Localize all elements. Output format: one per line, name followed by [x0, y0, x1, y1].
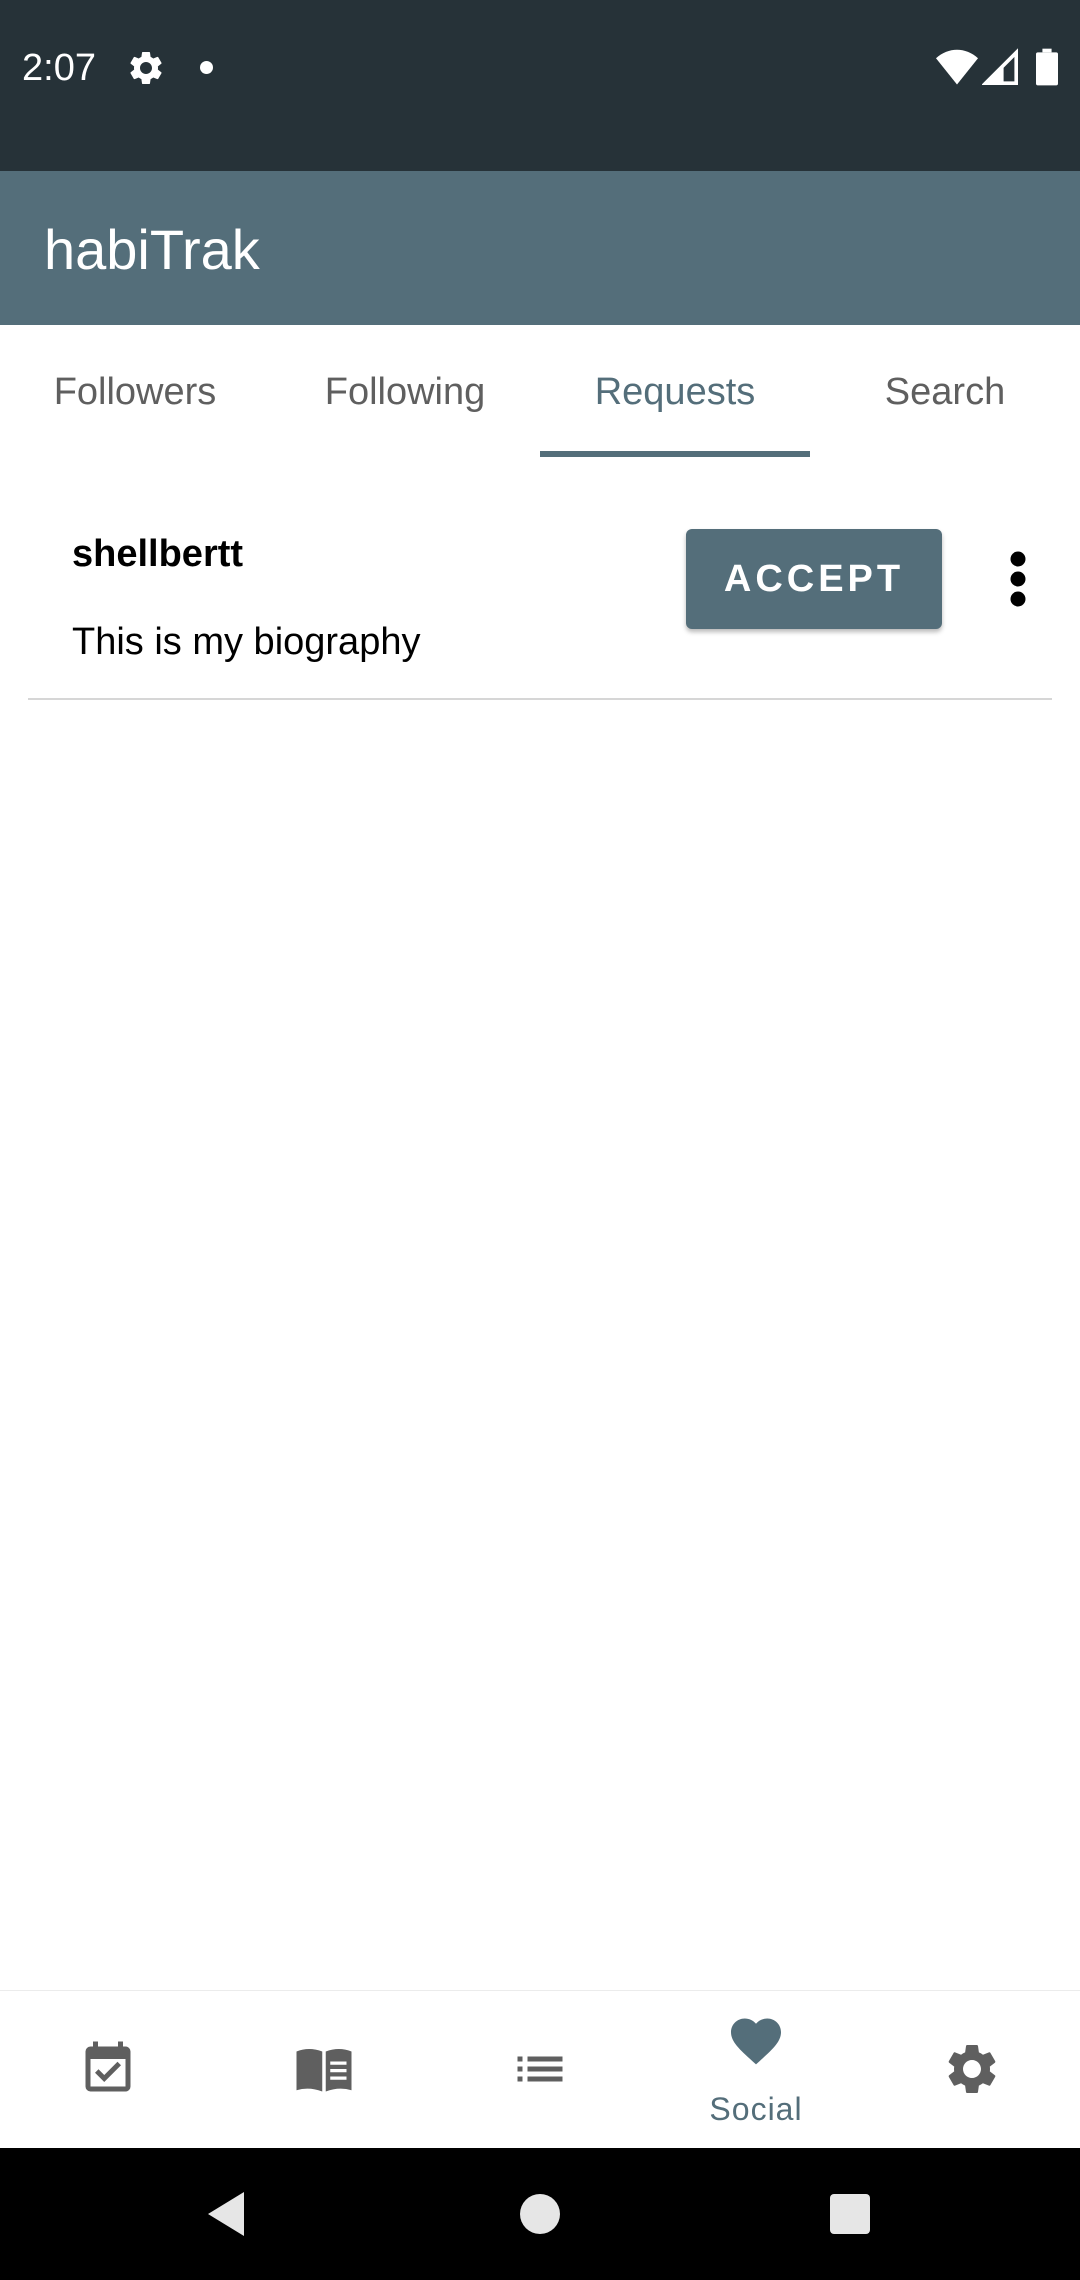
tab-search[interactable]: Search [810, 325, 1080, 457]
calendar-check-icon [85, 2041, 131, 2092]
tab-following[interactable]: Following [270, 325, 540, 457]
nav-item-social[interactable]: Social [648, 1991, 864, 2149]
app-title: habiTrak [44, 218, 260, 281]
accept-button[interactable]: ACCEPT [686, 529, 942, 629]
recents-icon[interactable] [828, 2192, 872, 2236]
nav-item-journal[interactable] [216, 1991, 432, 2149]
heart-icon [731, 2018, 781, 2065]
nav-label-social: Social [709, 2091, 803, 2127]
more-options-icon[interactable] [998, 549, 1038, 609]
tab-followers[interactable]: Followers [0, 325, 270, 457]
settings-icon [130, 51, 162, 84]
bottom-navigation: Social [0, 1990, 1080, 2149]
list-divider [28, 698, 1052, 700]
app-bar: habiTrak [0, 171, 1080, 325]
status-time: 2:07 [22, 47, 96, 89]
wifi-icon [936, 49, 978, 85]
notification-dot-icon [200, 61, 213, 74]
back-icon[interactable] [204, 2190, 248, 2238]
signal-icon [982, 48, 1018, 85]
settings-icon [948, 2045, 996, 2093]
nav-item-habits[interactable] [0, 1991, 216, 2149]
book-icon [296, 2049, 352, 2092]
list-item: shellbertt This is my biography ACCEPT [0, 457, 1080, 700]
nav-item-list[interactable] [432, 1991, 648, 2149]
tab-requests[interactable]: Requests [540, 325, 810, 457]
request-bio: This is my biography [72, 621, 421, 663]
tab-bar: Followers Following Requests Search [0, 325, 1080, 457]
nav-item-settings[interactable] [864, 1991, 1080, 2149]
home-icon[interactable] [518, 2192, 562, 2236]
status-bar: 2:07 [0, 0, 1080, 171]
request-username: shellbertt [72, 533, 244, 575]
list-icon [517, 2056, 563, 2082]
battery-icon [1036, 48, 1058, 86]
system-navigation-bar [0, 2148, 1080, 2280]
